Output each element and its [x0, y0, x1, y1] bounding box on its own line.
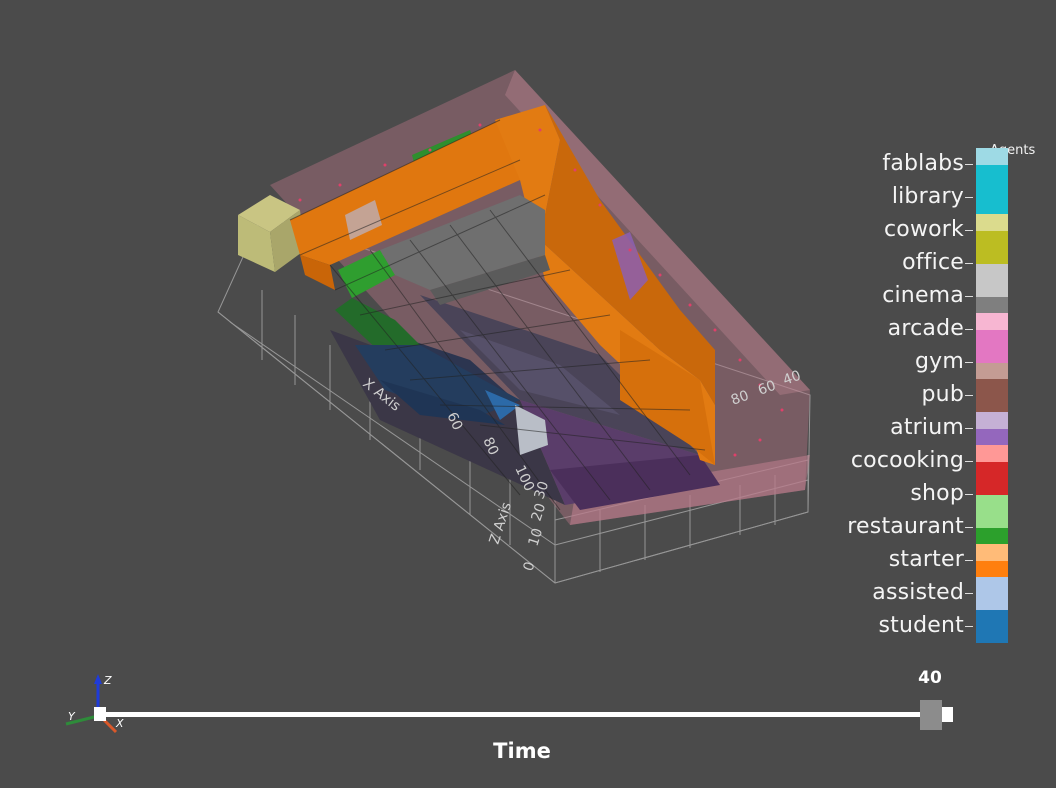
- slider-value: 40: [918, 668, 942, 688]
- legend-label: atrium: [890, 415, 964, 440]
- legend-swatch: [976, 379, 1008, 396]
- legend-swatch: [976, 329, 1008, 346]
- slider-handle[interactable]: [920, 700, 942, 730]
- legend-swatch: [976, 148, 1008, 165]
- orientation-x-label: X: [115, 717, 124, 730]
- legend-swatch: [976, 164, 1008, 181]
- legend-swatch: [976, 412, 1008, 429]
- z-tick-20: 20: [529, 501, 550, 523]
- legend-tick: [965, 197, 973, 198]
- legend-swatch: [976, 577, 1008, 594]
- legend-swatch: [976, 395, 1008, 412]
- legend-tick: [965, 461, 973, 462]
- legend-tick: [965, 560, 973, 561]
- legend-label: shop: [910, 481, 964, 506]
- legend-label: cinema: [882, 283, 964, 308]
- legend-tick: [965, 395, 973, 396]
- legend-swatch: [976, 263, 1008, 280]
- legend-swatch: [976, 247, 1008, 264]
- legend-label: assisted: [872, 580, 964, 605]
- legend-tick: [965, 263, 973, 264]
- legend-swatch: [976, 527, 1008, 544]
- legend-tick: [965, 527, 973, 528]
- legend-tick: [965, 494, 973, 495]
- orientation-z-label: Z: [103, 674, 112, 687]
- legend-tick: [965, 362, 973, 363]
- z-axis-title: Z Axis: [487, 500, 516, 546]
- legend-swatch: [976, 494, 1008, 511]
- legend-swatch: [976, 428, 1008, 445]
- legend-swatch: [976, 296, 1008, 313]
- legend-label: cocooking: [850, 448, 964, 473]
- z-tick-0: 0: [521, 560, 539, 573]
- legend-label: office: [902, 250, 964, 275]
- legend-tick: [965, 230, 973, 231]
- legend-swatch: [976, 214, 1008, 231]
- z-axis-arrowhead: [94, 674, 102, 684]
- legend-swatch: [976, 313, 1008, 330]
- legend-label: student: [878, 613, 964, 638]
- legend-swatch: [976, 511, 1008, 528]
- 3d-viewport[interactable]: X Axis 60 80 100 Z Axis 0 10 20 30 80 60…: [0, 0, 1056, 788]
- legend-swatch: [976, 181, 1008, 198]
- slider-track[interactable]: [98, 712, 940, 717]
- legend-tick: [965, 593, 973, 594]
- legend-tick: [965, 329, 973, 330]
- z-tick-10: 10: [526, 526, 547, 548]
- legend-tick: [965, 428, 973, 429]
- legend-swatch: [976, 362, 1008, 379]
- legend-label: fablabs: [882, 151, 964, 176]
- legend-tick: [965, 296, 973, 297]
- legend-swatch: [976, 230, 1008, 247]
- legend-swatch: [976, 445, 1008, 462]
- legend-tick: [965, 164, 973, 165]
- legend-swatch: [976, 280, 1008, 297]
- legend-label: arcade: [887, 316, 964, 341]
- legend-label: library: [891, 184, 964, 209]
- legend-label: gym: [914, 349, 964, 374]
- slider-end-cap[interactable]: [942, 707, 953, 722]
- legend-label: starter: [888, 547, 964, 572]
- legend-label: cowork: [884, 217, 964, 242]
- legend-label: restaurant: [847, 514, 964, 539]
- legend-swatch: [976, 560, 1008, 577]
- legend-swatch: [976, 626, 1008, 643]
- orientation-widget[interactable]: Z Y X: [65, 674, 124, 734]
- legend-swatch: [976, 478, 1008, 495]
- legend-swatch: [976, 544, 1008, 561]
- legend-swatch: [976, 346, 1008, 363]
- legend-swatch: [976, 461, 1008, 478]
- slider-label: Time: [493, 739, 551, 763]
- legend-label: pub: [921, 382, 964, 407]
- legend-swatch: [976, 610, 1008, 627]
- legend-swatch: [976, 197, 1008, 214]
- legend-tick: [965, 626, 973, 627]
- legend-swatch: [976, 593, 1008, 610]
